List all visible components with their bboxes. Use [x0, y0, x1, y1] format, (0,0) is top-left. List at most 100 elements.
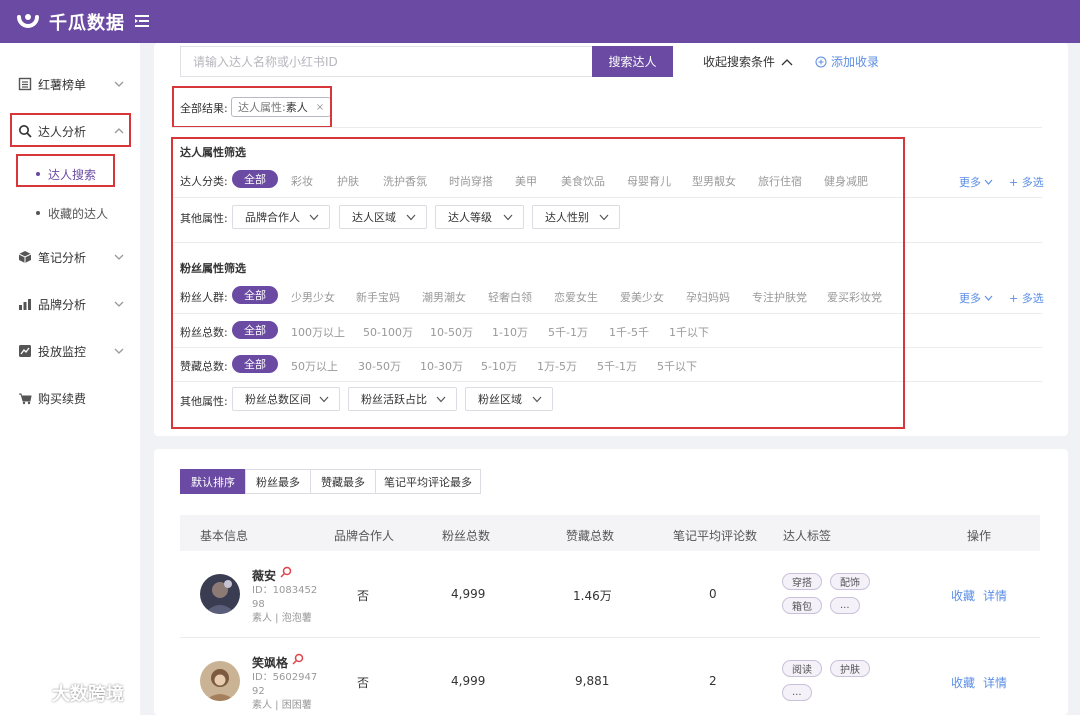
influencer-tag: 配饰: [830, 573, 870, 590]
chevron-up-icon: [114, 128, 124, 134]
collapse-search-toggle[interactable]: 收起搜索条件: [703, 53, 793, 70]
category-option[interactable]: 母婴育儿: [627, 173, 671, 189]
crowd-option[interactable]: 轻奢白领: [488, 289, 532, 305]
sidebar-item-campaign-monitor[interactable]: 投放监控: [10, 335, 130, 367]
avg-comments-cell: 0: [709, 587, 717, 601]
crowd-option[interactable]: 恋爱女生: [554, 289, 598, 305]
fans-total-option[interactable]: 1千以下: [669, 324, 709, 340]
favorite-link[interactable]: 收藏: [951, 587, 975, 604]
category-option[interactable]: 洗护香氛: [383, 173, 427, 189]
fans-total-option-all[interactable]: 全部: [232, 321, 278, 339]
crowd-option[interactable]: 专注护肤党: [752, 289, 807, 305]
fans-total-option[interactable]: 10-50万: [430, 324, 473, 340]
fans-cell: 4,999: [451, 587, 486, 601]
category-option[interactable]: 彩妆: [291, 173, 313, 189]
category-option[interactable]: 健身减肥: [824, 173, 868, 189]
category-option[interactable]: 美食饮品: [561, 173, 605, 189]
likes-option[interactable]: 30-50万: [358, 358, 401, 374]
details-link[interactable]: 详情: [983, 674, 1007, 691]
dropdown-label: 粉丝区域: [478, 393, 522, 406]
crowd-multiselect-toggle[interactable]: + 多选: [1009, 290, 1044, 306]
brand-partner-dropdown[interactable]: 品牌合作人: [232, 205, 330, 229]
crowd-option-all[interactable]: 全部: [232, 286, 278, 304]
tags-more-button[interactable]: ...: [782, 684, 812, 701]
section-title-influencer: 达人属性筛选: [180, 146, 246, 159]
sort-tab-default[interactable]: 默认排序: [180, 469, 246, 494]
other-attributes-label: 其他属性:: [180, 212, 228, 225]
gender-dropdown[interactable]: 达人性别: [532, 205, 620, 229]
category-option[interactable]: 护肤: [337, 173, 359, 189]
search-input[interactable]: 请输入达人名称或小红书ID: [180, 46, 592, 77]
sidebar-subitem-favorites[interactable]: 收藏的达人: [16, 198, 116, 228]
crowd-option[interactable]: 潮男潮女: [422, 289, 466, 305]
crowd-option[interactable]: 少男少女: [291, 289, 335, 305]
category-option[interactable]: 美甲: [515, 173, 537, 189]
favorite-link[interactable]: 收藏: [951, 674, 975, 691]
sidebar-item-influencer-analysis[interactable]: 达人分析: [10, 115, 130, 147]
crowd-option[interactable]: 新手宝妈: [356, 289, 400, 305]
crowd-option[interactable]: 孕妇妈妈: [686, 289, 730, 305]
brand-partner-cell: 否: [357, 676, 370, 690]
crowd-more-toggle[interactable]: 更多: [959, 290, 993, 306]
fans-region-dropdown[interactable]: 粉丝区域: [465, 387, 553, 411]
fans-total-option[interactable]: 50-100万: [363, 324, 413, 340]
watermark-text: 大数跨境: [52, 684, 124, 705]
sidebar-item-ranking[interactable]: 红薯榜单: [10, 68, 130, 100]
category-option[interactable]: 旅行住宿: [758, 173, 802, 189]
region-dropdown[interactable]: 达人区域: [339, 205, 427, 229]
influencer-name[interactable]: 笑飒格: [252, 654, 288, 671]
sidebar-item-brand-analysis[interactable]: 品牌分析: [10, 288, 130, 320]
likes-option[interactable]: 50万以上: [291, 358, 338, 374]
crowd-option[interactable]: 爱美少女: [620, 289, 664, 305]
fans-total-option[interactable]: 100万以上: [291, 324, 345, 340]
sort-tab-comments[interactable]: 笔记平均评论最多: [375, 469, 481, 494]
fans-range-dropdown[interactable]: 粉丝总数区间: [232, 387, 340, 411]
sidebar-item-purchase[interactable]: 购买续费: [10, 382, 130, 414]
influencer-tag: 穿搭: [782, 573, 822, 590]
sort-tab-likes[interactable]: 赞藏最多: [310, 469, 376, 494]
sidebar-item-note-analysis[interactable]: 笔记分析: [10, 241, 130, 273]
section-title-fans: 粉丝属性筛选: [180, 262, 246, 275]
bullet-icon: [36, 211, 40, 215]
close-icon[interactable]: ×: [316, 102, 324, 113]
fans-active-ratio-dropdown[interactable]: 粉丝活跃占比: [348, 387, 457, 411]
category-option[interactable]: 时尚穿搭: [449, 173, 493, 189]
likes-option[interactable]: 1万-5万: [537, 358, 577, 374]
avg-comments-cell: 2: [709, 674, 717, 688]
likes-option[interactable]: 5-10万: [481, 358, 517, 374]
chevron-down-icon: [436, 396, 446, 403]
category-option-all[interactable]: 全部: [232, 170, 278, 188]
active-filter-chip[interactable]: 达人属性: 素人 ×: [231, 97, 332, 117]
influencer-name[interactable]: 薇安: [252, 567, 276, 584]
add-record-link[interactable]: 添加收录: [815, 53, 879, 70]
likes-option[interactable]: 5千以下: [657, 358, 697, 374]
category-multiselect-toggle[interactable]: + 多选: [1009, 174, 1044, 190]
divider: [172, 197, 1042, 198]
fans-total-option[interactable]: 5千-1万: [548, 324, 588, 340]
category-more-toggle[interactable]: 更多: [959, 174, 993, 190]
sort-tab-fans[interactable]: 粉丝最多: [245, 469, 311, 494]
table-header: 基本信息 品牌合作人 粉丝总数 赞藏总数 笔记平均评论数 达人标签 操作: [180, 515, 1040, 551]
chip-value: 素人: [285, 101, 308, 114]
likes-option[interactable]: 5千-1万: [597, 358, 637, 374]
bullet-icon: [36, 172, 40, 176]
likes-total-label: 赞藏总数:: [180, 360, 228, 373]
details-link[interactable]: 详情: [983, 587, 1007, 604]
likes-option[interactable]: 10-30万: [420, 358, 463, 374]
crowd-option[interactable]: 爱买彩妆党: [827, 289, 882, 305]
tags-more-button[interactable]: ...: [830, 597, 860, 614]
avatar: [200, 661, 240, 701]
category-option[interactable]: 型男靓女: [692, 173, 736, 189]
column-header: 基本信息: [200, 529, 249, 543]
search-button[interactable]: 搜索达人: [592, 46, 673, 77]
influencer-meta: 素人 | 困困薯: [252, 700, 312, 711]
fans-total-option[interactable]: 1-10万: [492, 324, 528, 340]
chip-key: 达人属性:: [238, 101, 286, 114]
logo-icon: [17, 14, 39, 28]
likes-option-all[interactable]: 全部: [232, 355, 278, 373]
influencer-tag: 阅读: [782, 660, 822, 677]
level-dropdown[interactable]: 达人等级: [435, 205, 524, 229]
sidebar-subitem-influencer-search[interactable]: 达人搜索: [16, 159, 116, 189]
fans-total-option[interactable]: 1千-5千: [609, 324, 649, 340]
menu-toggle-icon[interactable]: [134, 13, 150, 29]
